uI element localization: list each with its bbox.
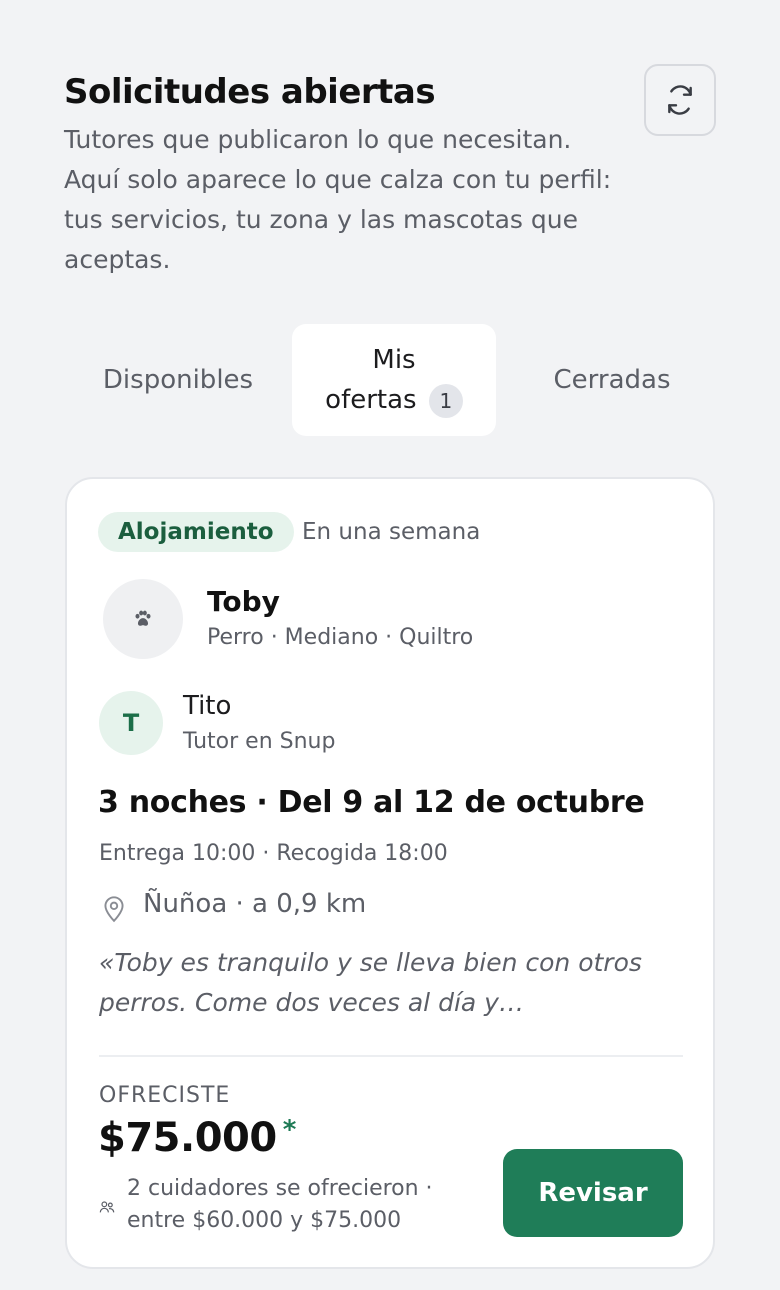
offers-price-range: entre $60.000 y $75.000 [127, 1208, 402, 1233]
refresh-button[interactable] [644, 64, 716, 136]
offer-label: OFRECISTE [99, 1083, 231, 1108]
review-button[interactable]: Revisar [503, 1149, 683, 1237]
location-pin-icon [104, 896, 124, 923]
divider [99, 1055, 683, 1057]
tab-my-offers-label-line1: Mis [372, 345, 416, 375]
pet-details: Perro · Mediano · Quiltro [207, 625, 474, 650]
service-chip: Alojamiento [98, 512, 294, 552]
tab-my-offers-label: ofertas [325, 385, 417, 415]
dropoff-pickup-times: Entrega 10:00 · Recogida 18:00 [99, 841, 448, 866]
tab-my-offers-label-line2: ofertas 1 [325, 380, 463, 420]
tab-my-offers[interactable]: Mis ofertas 1 [292, 324, 496, 436]
offer-mark: * [282, 1115, 297, 1145]
page-title: Solicitudes abiertas [64, 72, 436, 112]
tab-closed[interactable]: Cerradas [508, 324, 716, 436]
offers-range: 2 cuidadores se ofrecieron · entre $60.0… [127, 1173, 487, 1237]
location-distance: Ñuñoa · a 0,9 km [143, 889, 367, 919]
refresh-icon [668, 85, 692, 115]
people-icon [99, 1201, 115, 1213]
page-subtitle: Tutores que publicaron lo que necesitan.… [64, 125, 612, 274]
pet-avatar [103, 579, 183, 659]
owner-role: Tutor en Snup [183, 729, 336, 754]
paw-icon [135, 610, 151, 626]
owner-avatar: T [99, 691, 163, 755]
request-timing: En una semana [302, 519, 481, 545]
request-card[interactable]: Alojamiento En una semana Toby Perro · M… [65, 477, 715, 1269]
tab-available-label: Disponibles [102, 365, 254, 395]
tab-available[interactable]: Disponibles [64, 324, 292, 436]
offers-count-text: 2 cuidadores se ofrecieron · [127, 1176, 433, 1201]
offer-amount: $75.000 * [98, 1115, 296, 1161]
page-header: Solicitudes abiertas Tutores que publica… [64, 68, 624, 280]
stay-summary: 3 noches · Del 9 al 12 de octubre [98, 785, 645, 820]
pet-name: Toby [207, 585, 280, 618]
tab-closed-label: Cerradas [553, 365, 671, 395]
offer-amount-value: $75.000 [98, 1115, 277, 1161]
owner-name: Tito [183, 691, 232, 721]
offers-count-badge: 1 [428, 383, 463, 418]
tab-bar: Disponibles Mis ofertas 1 Cerradas [64, 324, 716, 436]
request-note: «Toby es tranquilo y se lleva bien con o… [99, 948, 642, 1017]
